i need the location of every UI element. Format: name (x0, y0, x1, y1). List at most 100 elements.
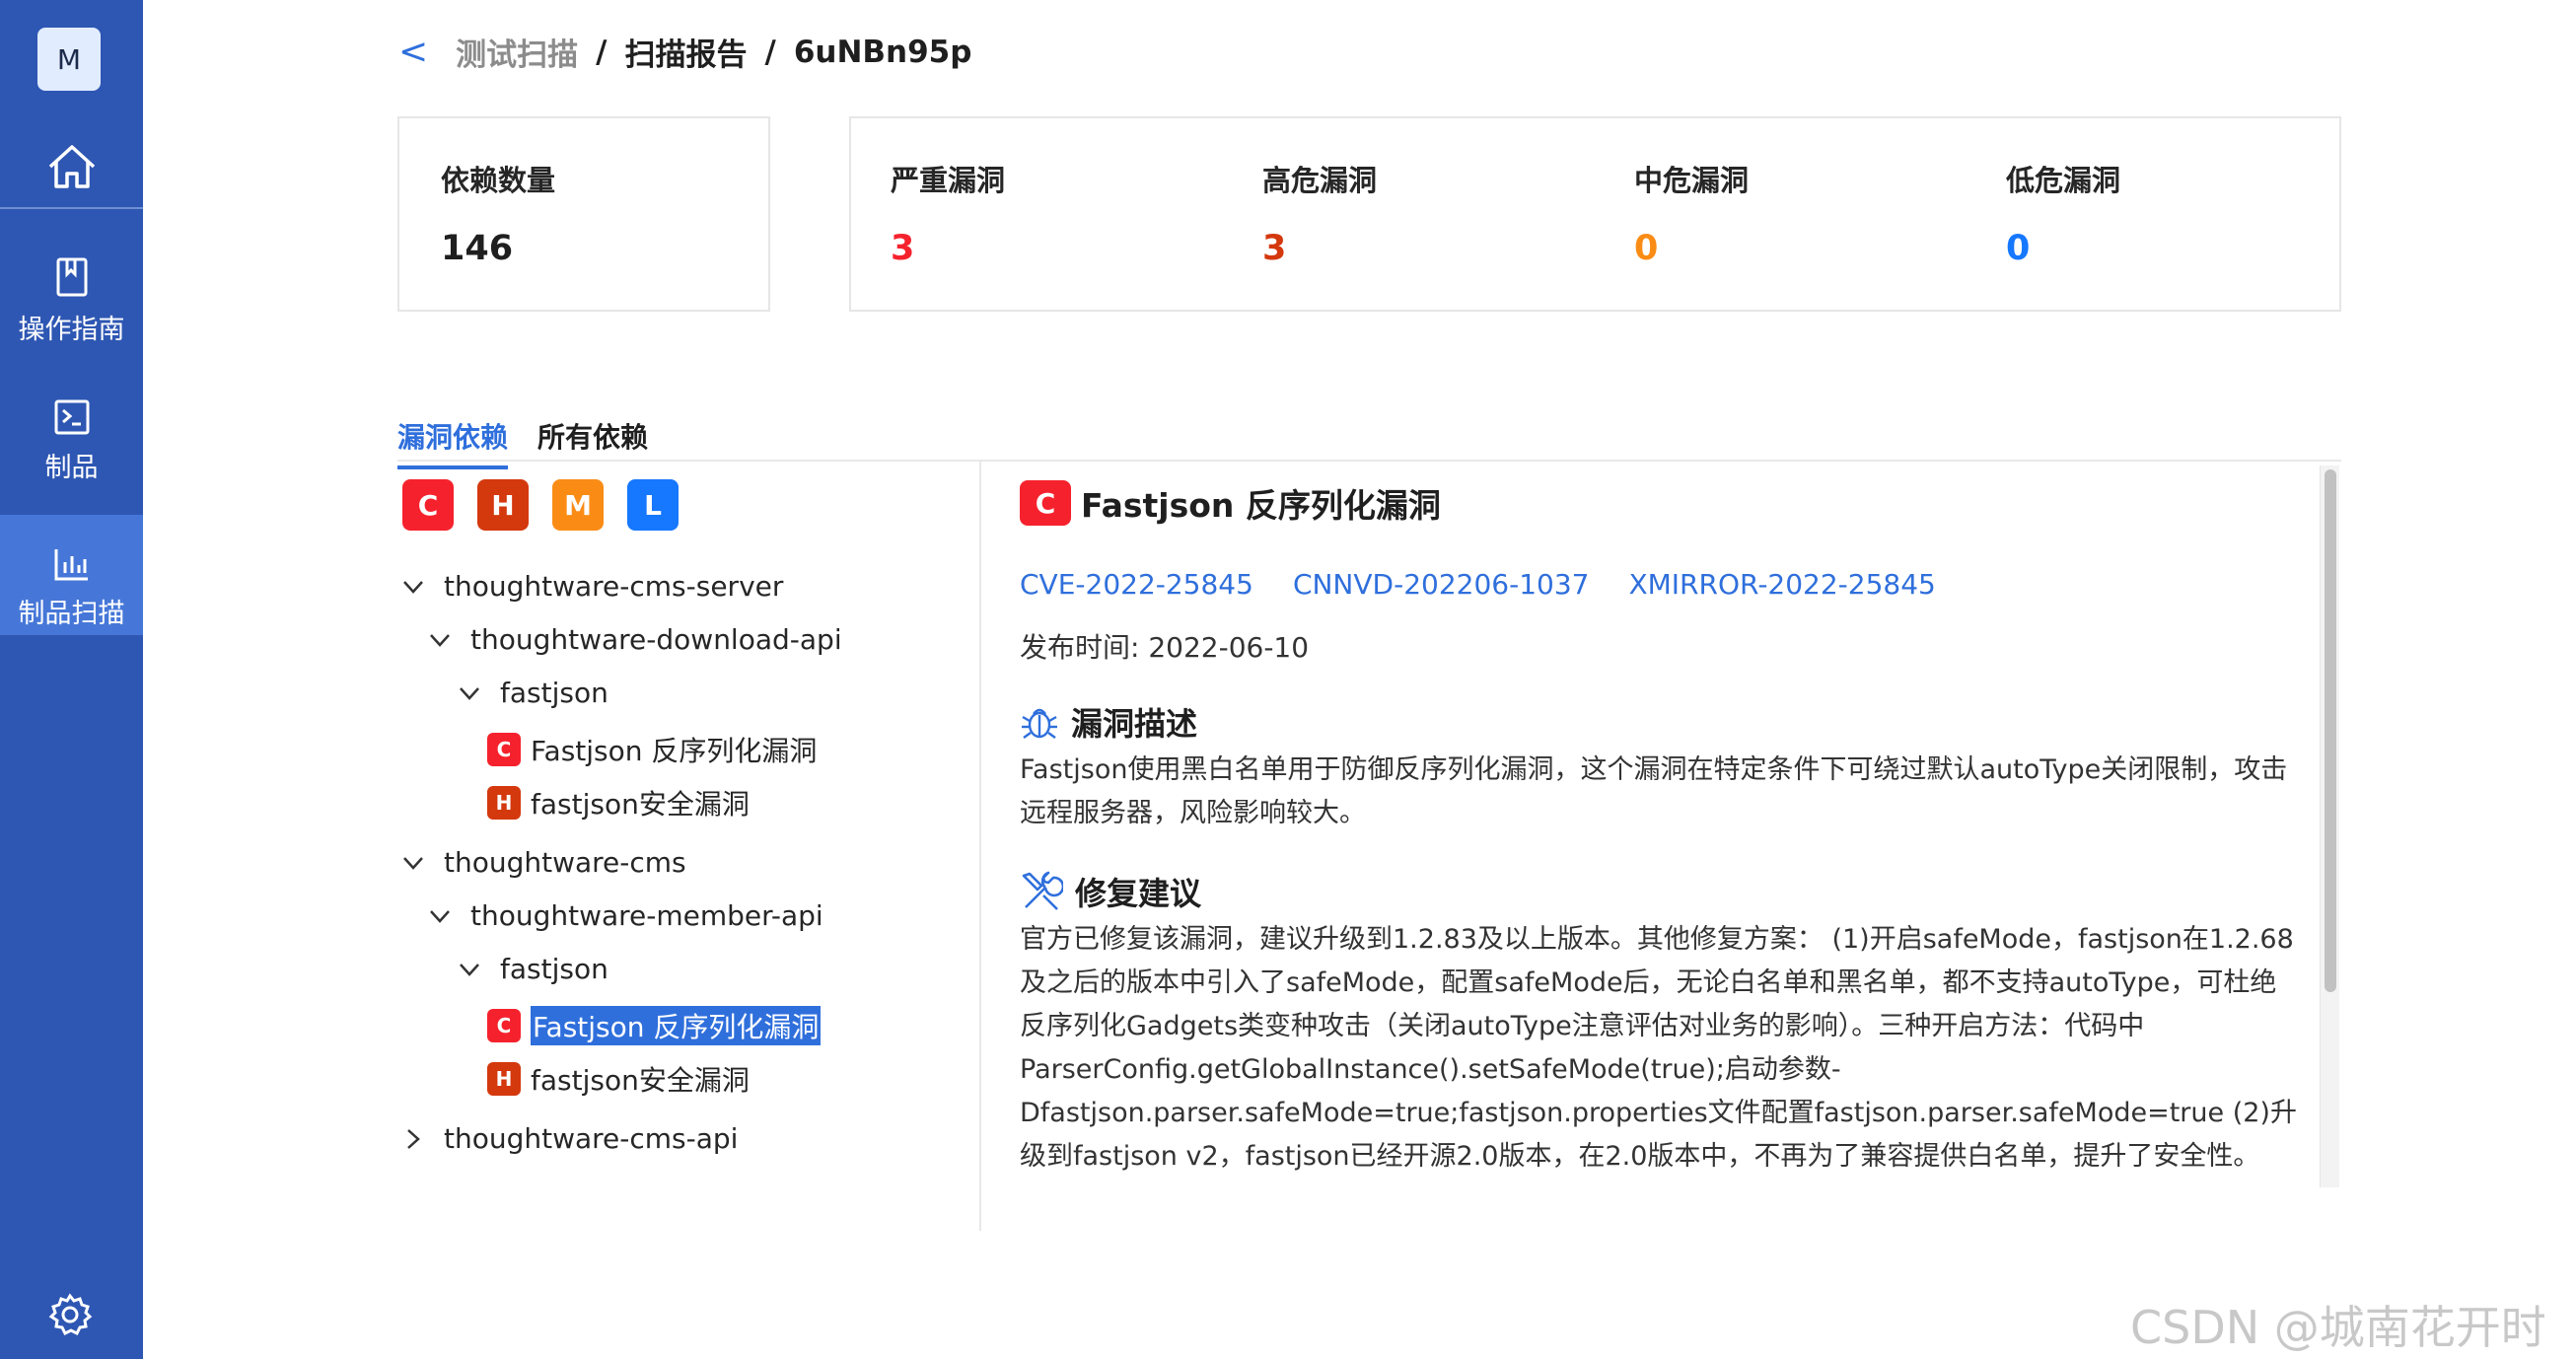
stat-label: 低危漏洞 (2006, 164, 2121, 197)
tree-node-module[interactable]: thoughtware-member-api (425, 899, 823, 932)
stat-high: 高危漏洞 3 (1262, 158, 1377, 268)
breadcrumb-item-report[interactable]: 扫描报告 (625, 30, 748, 74)
filter-medium-button[interactable]: M (552, 479, 604, 531)
tree-node-label: fastjson (500, 953, 608, 985)
chevron-down-icon[interactable] (398, 580, 428, 594)
bug-icon (1022, 708, 1057, 739)
wrench-icon (1022, 871, 1063, 910)
tab-all-deps[interactable]: 所有依赖 (537, 416, 648, 465)
tab-bar: 漏洞依赖 所有依赖 (397, 412, 2341, 469)
xmirror-link[interactable]: XMIRROR-2022-25845 (1628, 568, 1935, 601)
stat-label: 严重漏洞 (891, 164, 1006, 197)
stat-value: 146 (441, 229, 514, 268)
fix-text: 官方已修复该漏洞，建议升级到1.2.83及以上版本。其他修复方案： (1)开启s… (1020, 924, 2297, 1172)
home-button[interactable] (0, 126, 143, 209)
critical-badge: C (1020, 480, 1071, 526)
chevron-right-icon[interactable] (398, 1128, 428, 1150)
sidebar-item-artifact-scan[interactable]: 制品扫描 (0, 515, 143, 635)
chevron-down-icon[interactable] (398, 856, 428, 870)
sidebar: M 操作指南 制品 制品扫描 (0, 0, 143, 1359)
chevron-down-icon[interactable] (425, 633, 455, 647)
tree-node-module[interactable]: thoughtware-download-api (425, 623, 842, 656)
tree-node-dependency[interactable]: fastjson (455, 677, 608, 709)
sidebar-item-label: 制品扫描 (18, 599, 125, 629)
back-button[interactable]: < (398, 32, 428, 72)
tree-node-vulnerability[interactable]: H fastjson安全漏洞 (487, 783, 750, 823)
book-icon (55, 243, 89, 298)
section-title: 修复建议 (1075, 875, 1202, 912)
chart-icon (53, 527, 91, 582)
tree-node-label: thoughtware-member-api (470, 899, 823, 932)
sidebar-item-label: 操作指南 (18, 315, 125, 345)
detail-title-text: Fastjson 反序列化漏洞 (1081, 486, 1441, 525)
stat-label: 依赖数量 (441, 164, 556, 197)
chevron-down-icon[interactable] (425, 909, 455, 923)
tree-node-vulnerability-selected[interactable]: C Fastjson 反序列化漏洞 (487, 1006, 822, 1045)
watermark: CSDN @城南花开时 (2130, 1301, 2546, 1354)
terminal-icon (53, 381, 91, 436)
vulnerability-id-links: CVE-2022-25845 CNNVD-202206-1037 XMIRROR… (1020, 568, 2302, 601)
sidebar-item-label: 制品 (44, 453, 99, 483)
section-title: 漏洞描述 (1071, 705, 1198, 743)
tree-node-vulnerability[interactable]: H fastjson安全漏洞 (487, 1059, 750, 1099)
tree-node-label: thoughtware-cms-api (444, 1122, 739, 1155)
description-text: Fastjson使用黑白名单用于防御反序列化漏洞，这个漏洞在特定条件下可绕过默认… (1020, 754, 2288, 828)
dependency-count-card: 依赖数量 146 (397, 116, 770, 312)
tree-node-label: thoughtware-cms (444, 846, 686, 879)
tree-node-vulnerability[interactable]: C Fastjson 反序列化漏洞 (487, 730, 817, 769)
stat-value: 3 (1262, 229, 1287, 268)
stat-value: 0 (2006, 229, 2031, 268)
stat-medium: 中危漏洞 0 (1634, 158, 1749, 268)
cve-link[interactable]: CVE-2022-25845 (1020, 568, 1253, 601)
sidebar-item-guide[interactable]: 操作指南 (0, 243, 143, 351)
publish-date: 发布时间: 2022-06-10 (1020, 631, 1310, 664)
home-icon (48, 145, 95, 188)
breadcrumb-separator: / (764, 34, 776, 70)
tree-node-label: fastjson安全漏洞 (531, 788, 750, 821)
vulnerability-summary-card: 严重漏洞 3 高危漏洞 3 中危漏洞 0 低危漏洞 0 (849, 116, 2341, 312)
scrollbar-thumb[interactable] (2325, 469, 2336, 992)
filter-high-button[interactable]: H (477, 479, 529, 531)
stat-label: 中危漏洞 (1634, 164, 1750, 197)
app-root: M 操作指南 制品 制品扫描 < 测试扫描 / 扫描报告 / 6uNBn95p … (0, 0, 2576, 1359)
detail-scrollbar[interactable] (2320, 465, 2339, 1187)
detail-title: C Fastjson 反序列化漏洞 (1020, 479, 2302, 527)
tree-node-label: thoughtware-download-api (470, 623, 842, 656)
tree-node-label: thoughtware-cms-server (444, 570, 784, 603)
sidebar-item-artifacts[interactable]: 制品 (0, 381, 143, 489)
description-heading: 漏洞描述 (1020, 699, 2302, 745)
stat-value: 3 (891, 229, 915, 268)
tree-node-label: fastjson安全漏洞 (531, 1064, 750, 1097)
high-badge: H (487, 1062, 521, 1096)
chevron-down-icon[interactable] (455, 686, 484, 700)
avatar[interactable]: M (37, 28, 101, 91)
breadcrumb-separator: / (596, 34, 608, 70)
chevron-down-icon[interactable] (455, 963, 484, 976)
critical-badge: C (487, 1009, 521, 1042)
tree-node-project[interactable]: thoughtware-cms-server (398, 570, 783, 603)
filter-critical-button[interactable]: C (402, 479, 454, 531)
severity-filter-group: C H M L (402, 479, 679, 531)
breadcrumb: < 测试扫描 / 扫描报告 / 6uNBn95p (398, 30, 971, 74)
breadcrumb-item-current: 6uNBn95p (793, 34, 972, 70)
tree-node-dependency[interactable]: fastjson (455, 953, 608, 985)
stat-low: 低危漏洞 0 (2006, 158, 2120, 268)
breadcrumb-item-test-scan[interactable]: 测试扫描 (456, 30, 578, 74)
fix-heading: 修复建议 (1020, 869, 2302, 914)
tree-node-label: fastjson (500, 677, 608, 709)
stat-dependencies: 依赖数量 146 (441, 158, 555, 268)
gear-icon (48, 1293, 93, 1336)
tree-node-project[interactable]: thoughtware-cms (398, 846, 686, 879)
tree-node-project[interactable]: thoughtware-cms-api (398, 1122, 738, 1155)
settings-button[interactable] (47, 1292, 93, 1341)
tree-node-label: Fastjson 反序列化漏洞 (531, 735, 818, 767)
vulnerability-detail-panel: C Fastjson 反序列化漏洞 CVE-2022-25845 CNNVD-2… (1020, 479, 2302, 1185)
critical-badge: C (487, 733, 521, 766)
cnnvd-link[interactable]: CNNVD-202206-1037 (1293, 568, 1590, 601)
tree-node-label: Fastjson 反序列化漏洞 (531, 1006, 822, 1045)
filter-low-button[interactable]: L (627, 479, 679, 531)
tab-vulnerable-deps[interactable]: 漏洞依赖 (397, 416, 509, 469)
stat-value: 0 (1634, 229, 1659, 268)
stat-label: 高危漏洞 (1262, 164, 1378, 197)
stat-critical: 严重漏洞 3 (891, 158, 1005, 268)
